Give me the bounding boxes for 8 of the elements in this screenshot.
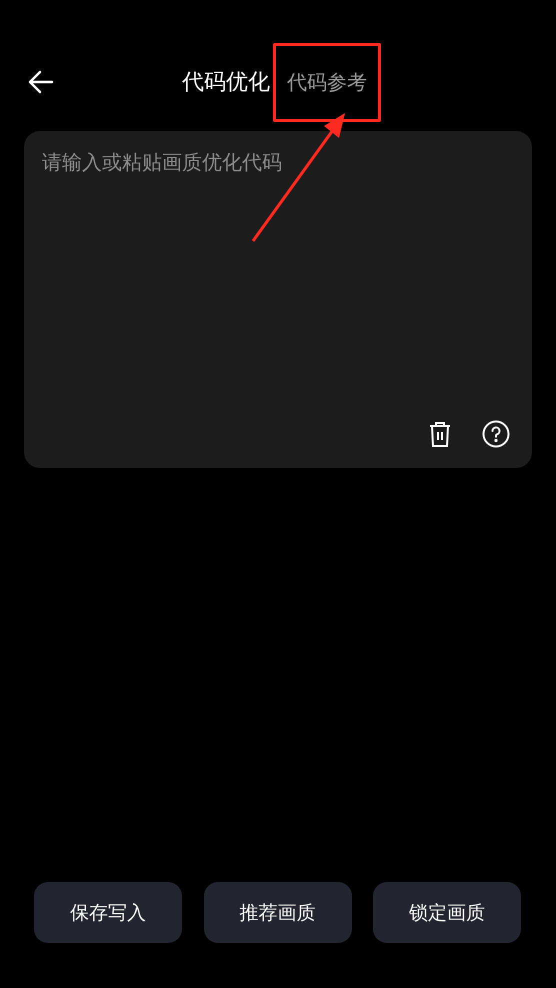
action-button[interactable]: 推荐画质 xyxy=(204,882,352,943)
action-button[interactable]: 锁定画质 xyxy=(373,882,521,943)
page-title: 代码优化 xyxy=(182,69,270,97)
help-button[interactable] xyxy=(482,420,510,448)
back-button[interactable] xyxy=(28,69,54,95)
action-button[interactable]: 保存写入 xyxy=(34,882,182,943)
code-input-field[interactable]: 请输入或粘贴画质优化代码 xyxy=(24,131,532,468)
code-reference-link[interactable]: 代码参考 xyxy=(285,68,369,96)
